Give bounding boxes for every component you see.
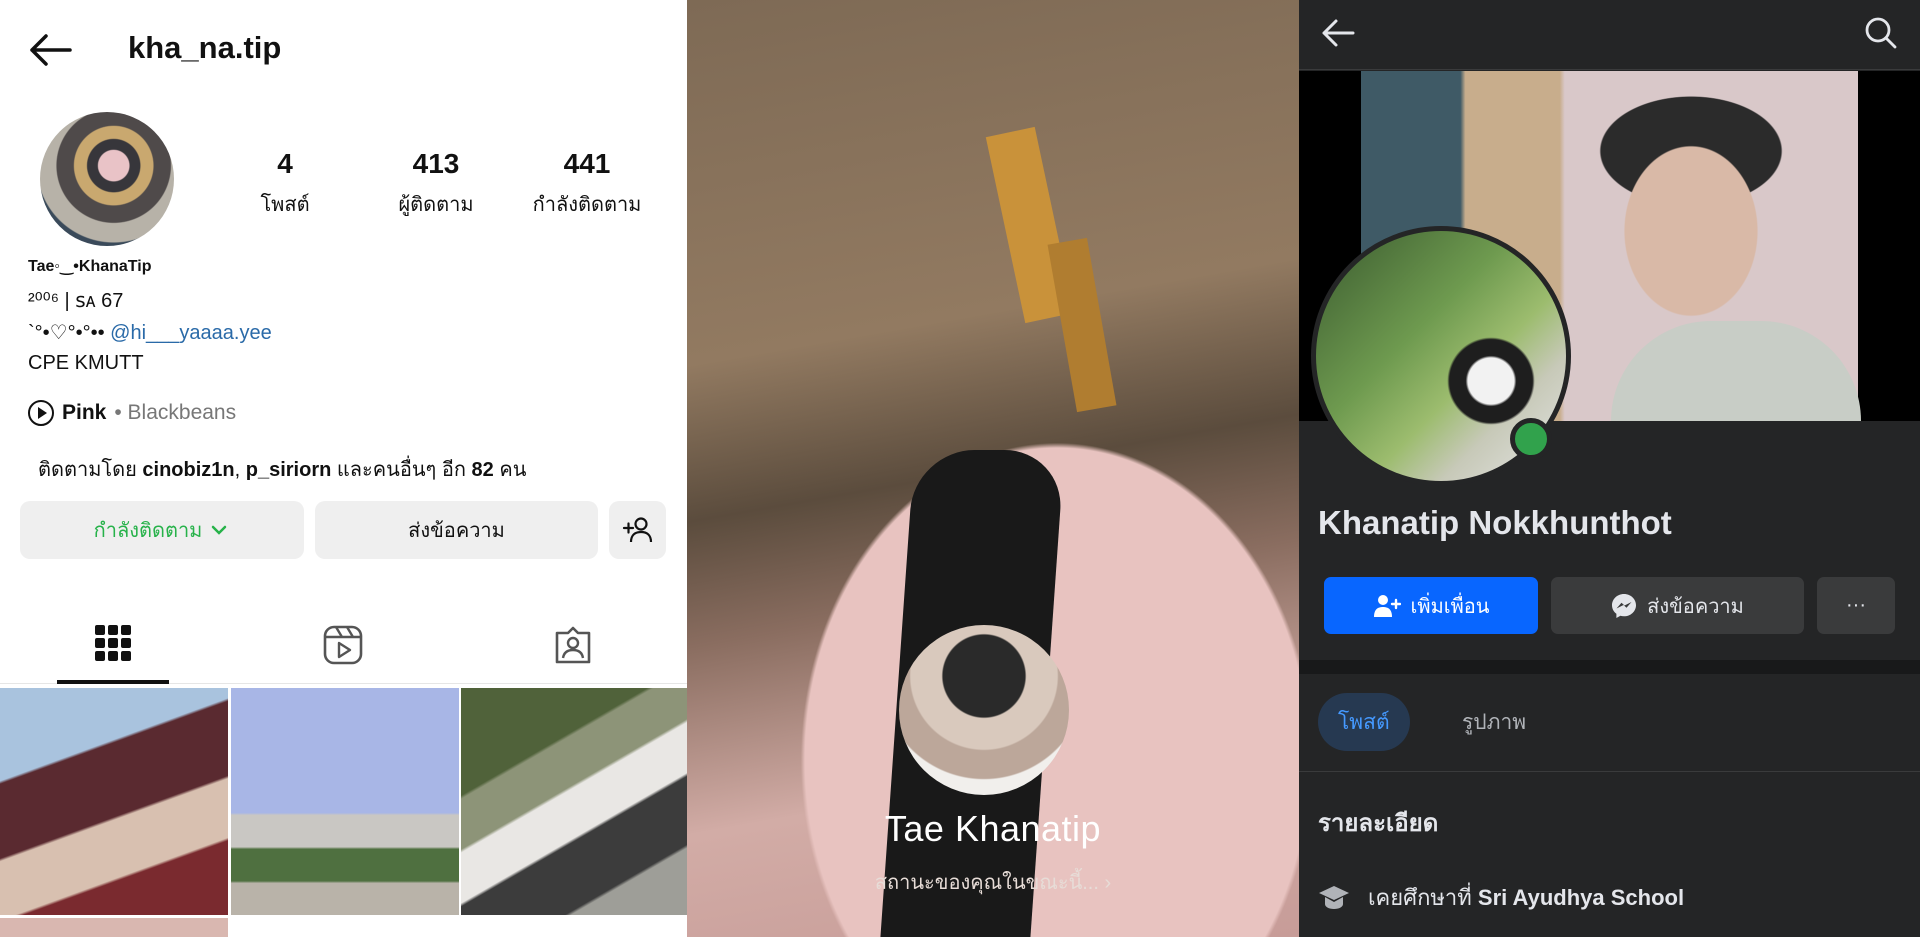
bio-line-2: `°•♡°•°•• @hi___yaaaa.yee — [28, 320, 272, 345]
grid-icon — [95, 625, 131, 661]
add-user-icon — [622, 517, 652, 543]
add-user-button[interactable] — [609, 501, 666, 559]
facebook-header — [1299, 0, 1920, 70]
tab-posts-grid[interactable] — [57, 606, 169, 684]
followed-by-prefix: ติดตามโดย — [38, 459, 137, 481]
tab-tagged[interactable] — [517, 606, 629, 684]
display-name: Tae◦‿•KhanaTip — [28, 258, 152, 275]
followed-by-user: cinobiz1n — [142, 459, 235, 481]
background-photo-detail — [1047, 237, 1117, 413]
followers-label: ผู้ติดตาม — [398, 194, 474, 216]
following-count: 441 — [563, 148, 611, 179]
profile-username: kha_na.tip — [128, 30, 282, 65]
tabs-divider — [1299, 771, 1920, 772]
education-detail: เคยศึกษาที่ Sri Ayudhya School — [1318, 880, 1684, 915]
posts-count: 4 — [277, 148, 293, 179]
profile-tabs — [0, 606, 687, 684]
message-button[interactable]: ส่งข้อความ — [315, 501, 598, 559]
back-arrow-icon[interactable] — [1321, 18, 1355, 48]
story-avatar[interactable] — [899, 625, 1069, 795]
profile-avatar[interactable] — [40, 112, 174, 246]
message-button-label: ส่งข้อความ — [408, 520, 505, 542]
followers-stat[interactable]: 413 ผู้ติดตาม — [361, 148, 511, 220]
more-options-button[interactable]: ··· — [1817, 577, 1895, 634]
post-thumbnail[interactable] — [231, 688, 459, 915]
post-thumbnail[interactable] — [461, 688, 687, 915]
followed-by-suffix: และคนอื่นๆ อีก — [336, 459, 466, 481]
followed-by-count: 82 — [471, 459, 494, 481]
bio-line-1: ²⁰⁰⁶ | ꜱᴀ 67 — [28, 290, 124, 312]
messenger-icon — [1612, 593, 1637, 618]
instagram-profile-panel: kha_na.tip 4 โพสต์ 413 ผู้ติดตาม 441 กำล… — [0, 0, 687, 937]
post-thumbnail[interactable] — [0, 918, 228, 937]
facebook-profile-panel: Khanatip Nokkhunthot เพิ่มเพื่อน ส่งข้อค… — [1299, 0, 1920, 937]
tab-posts[interactable]: โพสต์ — [1318, 693, 1410, 751]
chevron-down-icon — [212, 525, 227, 535]
bio-mention-link[interactable]: @hi___yaaaa.yee — [110, 322, 272, 344]
message-button[interactable]: ส่งข้อความ — [1551, 577, 1804, 634]
tab-photos[interactable]: รูปภาพ — [1442, 693, 1546, 751]
play-icon — [28, 400, 54, 426]
story-name: Tae Khanatip — [884, 808, 1102, 849]
add-friend-label: เพิ่มเพื่อน — [1410, 595, 1490, 618]
reels-icon — [323, 625, 363, 665]
posts-stat[interactable]: 4 โพสต์ — [210, 148, 360, 220]
section-divider — [1299, 660, 1920, 674]
followed-by[interactable]: ติดตามโดย cinobiz1n, p_siriorn และคนอื่น… — [38, 453, 526, 485]
chevron-right-icon: › — [1104, 872, 1112, 894]
following-stat[interactable]: 441 กำลังติดตาม — [512, 148, 662, 220]
message-label: ส่งข้อความ — [1647, 595, 1744, 618]
story-panel: Tae Khanatip สถานะของคุณในขณะนี้... › — [687, 0, 1299, 937]
online-status-dot — [1510, 418, 1552, 460]
education-icon — [1319, 885, 1349, 909]
back-arrow-icon[interactable] — [28, 32, 72, 68]
followed-by-unit: คน — [499, 459, 527, 481]
education-school[interactable]: Sri Ayudhya School — [1478, 885, 1684, 910]
story-status-prompt[interactable]: สถานะของคุณในขณะนี้... › — [687, 866, 1299, 898]
search-icon[interactable] — [1864, 16, 1898, 50]
add-friend-button[interactable]: เพิ่มเพื่อน — [1324, 577, 1538, 634]
more-icon: ··· — [1846, 594, 1866, 616]
cover-photo-detail — [1611, 321, 1861, 421]
tab-reels[interactable] — [287, 606, 399, 684]
followed-by-comma: , — [234, 459, 241, 481]
tab-posts-label: โพสต์ — [1338, 710, 1390, 734]
story-status-text: สถานะของคุณในขณะนี้... — [874, 872, 1099, 894]
instagram-header: kha_na.tip — [0, 0, 687, 100]
followed-by-user: p_siriorn — [245, 459, 332, 481]
details-heading: รายละเอียด — [1318, 810, 1439, 837]
add-friend-icon — [1373, 594, 1401, 617]
tagged-icon — [555, 626, 591, 664]
following-label: กำลังติดตาม — [532, 194, 642, 216]
profile-music[interactable]: Pink • Blackbeans — [28, 400, 236, 426]
following-button-label: กำลังติดตาม — [93, 520, 203, 542]
music-artist: • Blackbeans — [114, 401, 237, 424]
bio-symbols: `°•♡°•°•• — [28, 322, 105, 344]
bio-line-3: CPE KMUTT — [28, 352, 144, 374]
education-prefix: เคยศึกษาที่ — [1368, 885, 1472, 910]
profile-name: Khanatip Nokkhunthot — [1318, 504, 1672, 541]
posts-label: โพสต์ — [260, 194, 310, 216]
followers-count: 413 — [412, 148, 460, 179]
post-thumbnail[interactable] — [0, 688, 228, 915]
tab-photos-label: รูปภาพ — [1462, 710, 1527, 734]
following-button[interactable]: กำลังติดตาม — [20, 501, 304, 559]
music-song: Pink — [62, 401, 107, 424]
